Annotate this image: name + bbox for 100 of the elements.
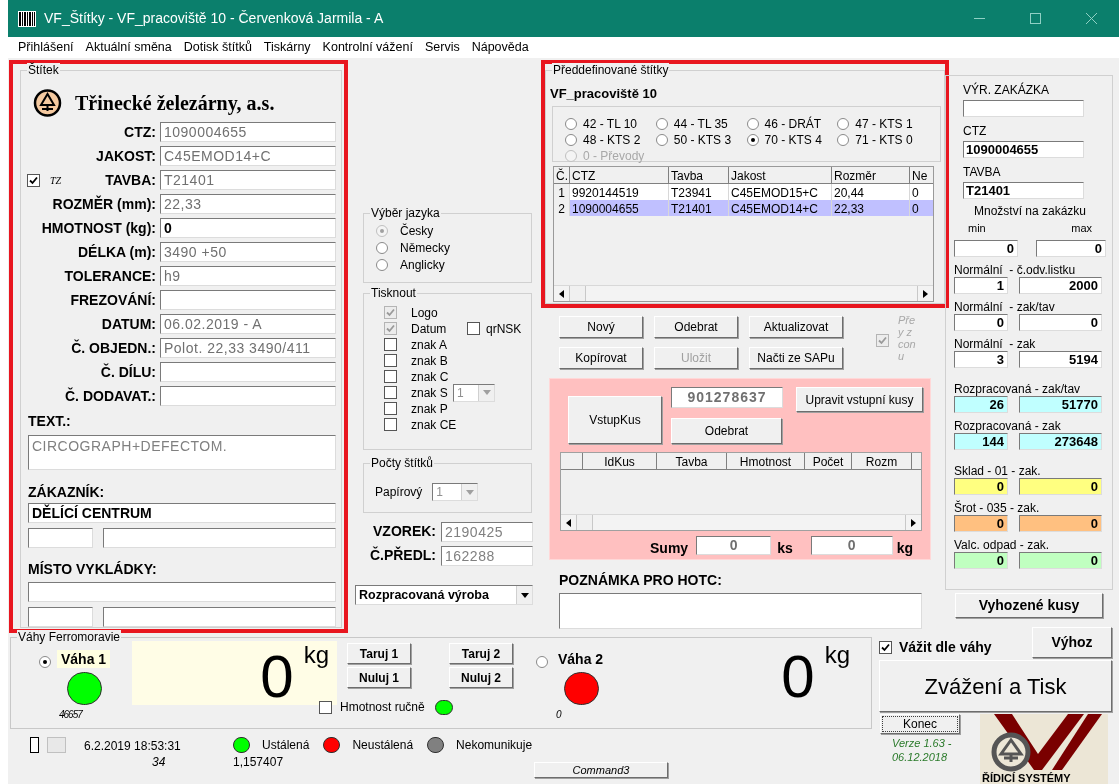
button[interactable]: Odebrat	[671, 418, 782, 444]
column-header[interactable]: Č.	[554, 167, 570, 183]
table-row[interactable]: 2 1090004655 T21401 C45EMOD14+C 22,33 0	[554, 200, 933, 216]
radio-label[interactable]: Anglicky	[400, 255, 445, 274]
scroll-left-icon[interactable]	[559, 289, 564, 298]
input-field[interactable]	[160, 386, 336, 406]
input-field[interactable]: 1090004655	[963, 141, 1084, 158]
maximize-icon[interactable]	[1029, 13, 1041, 24]
radio-label[interactable]: 70 - KTS 4	[764, 130, 822, 149]
checkbox-label[interactable]: znak A	[411, 335, 453, 354]
checkbox-label[interactable]: znak B	[411, 351, 453, 370]
radio-label[interactable]: 42 - TL 10	[583, 114, 638, 133]
radio-label[interactable]: 50 - KTS 3	[673, 130, 732, 149]
column-header[interactable]: Jakost	[729, 167, 832, 183]
button[interactable]: Taruj 1	[347, 643, 411, 664]
button[interactable]: Taruj 2	[449, 643, 513, 664]
text-area[interactable]	[559, 593, 922, 629]
button[interactable]: Aktualizovat	[749, 316, 843, 338]
scale-label[interactable]: Váha 1	[57, 650, 111, 668]
checkbox-label[interactable]: znak C	[411, 367, 453, 386]
button[interactable]: Kopírovat	[559, 347, 643, 369]
radio-label[interactable]: 44 - TL 35	[673, 114, 728, 133]
input-field[interactable]	[160, 290, 336, 310]
input-field[interactable]	[160, 362, 336, 382]
column-header[interactable]: IdKus	[583, 453, 657, 469]
input-field[interactable]: 0	[160, 218, 336, 238]
button[interactable]: Konec	[880, 714, 960, 734]
checkbox[interactable]	[467, 322, 480, 335]
radio-label[interactable]: 46 - DRÁT	[764, 114, 822, 133]
scroll-right-icon[interactable]	[911, 518, 916, 527]
checkbox-label[interactable]: qrNSK	[486, 319, 522, 338]
field-label: TAVBA:	[105, 170, 156, 190]
checkbox-label[interactable]: Hmotnost ručně	[340, 698, 425, 716]
button[interactable]: Výhoz	[1032, 627, 1112, 658]
button[interactable]: VstupKus	[568, 396, 662, 444]
checkbox[interactable]	[384, 402, 397, 415]
button[interactable]: Command3	[534, 762, 668, 778]
scroll-left-icon[interactable]	[566, 518, 571, 527]
company-name: Třinecké železárny, a.s.	[75, 91, 275, 117]
button[interactable]: Zvážení a Tisk	[879, 660, 1112, 712]
button[interactable]: Nuluj 1	[347, 667, 411, 688]
checkbox[interactable]	[384, 354, 397, 367]
menu-item[interactable]: Aktuální směna	[79, 38, 178, 57]
input-field[interactable]	[28, 582, 336, 602]
button[interactable]: Odebrat	[654, 316, 738, 338]
menu-item[interactable]: Kontrolní vážení	[316, 38, 419, 57]
checkbox-label[interactable]: Vážit dle váhy	[899, 639, 992, 656]
menu-item[interactable]: Tiskárny	[257, 38, 317, 57]
radio-label[interactable]: 71 - KTS 0	[855, 130, 913, 149]
button[interactable]: Nuluj 2	[449, 667, 513, 688]
table-cell: 1	[554, 184, 570, 200]
column-header[interactable]: Počet	[805, 453, 852, 469]
column-header[interactable]: Tavba	[669, 167, 729, 183]
button[interactable]: Nový	[559, 316, 643, 338]
field-label: Množství na zakázku	[972, 203, 1088, 220]
table-row[interactable]: 1 9920144519 T23941 C45EMOD15+C 20,44 0	[554, 184, 933, 200]
field-label: DÉLKA (m):	[77, 242, 156, 262]
menu-item[interactable]: Servis	[418, 38, 466, 57]
input-field[interactable]	[103, 528, 336, 548]
checkbox[interactable]	[384, 338, 397, 351]
horizontal-scrollbar[interactable]	[554, 285, 933, 301]
close-icon[interactable]	[1085, 13, 1097, 24]
group-title: Váhy Ferromoravie	[17, 630, 122, 644]
input-field[interactable]	[28, 528, 93, 548]
column-header[interactable]: CTZ	[570, 167, 669, 183]
button[interactable]: Vyhozené kusy	[955, 593, 1103, 618]
menu-item[interactable]: Dotisk štítků	[177, 38, 258, 57]
button[interactable]: Načti ze SAPu	[749, 347, 843, 369]
input-field[interactable]	[103, 607, 336, 627]
checkbox[interactable]	[384, 370, 397, 383]
dropdown[interactable]: Rozpracovaná výroba	[355, 585, 533, 605]
unit-label: kg	[824, 643, 850, 670]
scroll-right-icon[interactable]	[923, 289, 928, 298]
radio-label[interactable]: 47 - KTS 1	[855, 114, 913, 133]
horizontal-scrollbar[interactable]	[561, 514, 921, 530]
column-header[interactable]: Ne	[910, 167, 933, 183]
minimize-icon[interactable]	[973, 17, 985, 20]
button[interactable]: Upravit vstupní kusy	[796, 387, 923, 412]
menu-item[interactable]: Přihlášení	[12, 38, 80, 57]
column-header[interactable]: Tavba	[657, 453, 727, 469]
column-header[interactable]: Rozm	[852, 453, 912, 469]
menu-item[interactable]: Nápověda	[465, 38, 535, 57]
checkbox[interactable]	[384, 386, 397, 399]
input-field[interactable]: T21401	[963, 182, 1084, 199]
button: Uložit	[654, 347, 738, 369]
counter-label: Normální - zak/tav	[954, 298, 1056, 313]
text-area[interactable]: CIRCOGRAPH+DEFECTOM.	[28, 435, 336, 470]
checkbox-label[interactable]: znak S	[411, 383, 453, 402]
dropdown-arrow-icon	[465, 489, 474, 495]
radio-label[interactable]: Německy	[400, 238, 450, 257]
checkbox[interactable]	[384, 418, 397, 431]
checkbox[interactable]	[879, 641, 892, 654]
radio-label[interactable]: 48 - KTS 2	[583, 130, 641, 149]
column-header[interactable]: Rozměr	[832, 167, 910, 183]
input-field[interactable]	[963, 100, 1084, 117]
checkbox-label[interactable]: znak P	[411, 399, 453, 418]
input-field[interactable]: DĚLÍCÍ CENTRUM	[28, 503, 336, 523]
scale-label[interactable]: Váha 2	[554, 650, 608, 668]
column-header[interactable]: Hmotnost	[727, 453, 805, 469]
input-field[interactable]	[28, 607, 93, 627]
